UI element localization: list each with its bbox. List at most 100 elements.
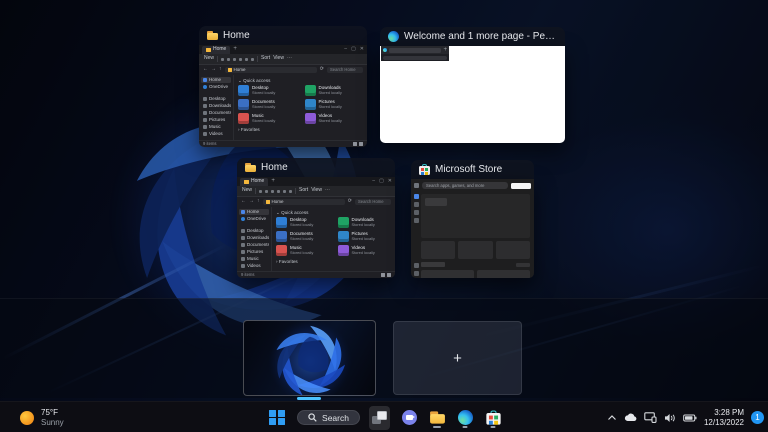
explorer-content: ⌄ Quick access Desktop Stored locally Dow… <box>272 207 395 271</box>
address-text: Home <box>233 66 246 72</box>
store-apps-icon <box>413 202 419 207</box>
copy-icon <box>265 189 269 193</box>
quick-access-tile-music: Music Stored locally <box>238 113 297 125</box>
explorer-sidebar: Home OneDrive Desktop Downloads Document… <box>199 75 234 140</box>
view-button: View <box>311 187 322 194</box>
close-icon: ✕ <box>359 45 364 52</box>
file-explorer-button[interactable] <box>429 406 446 430</box>
store-top-bar: Search apps, games, and more <box>411 179 534 192</box>
battery-button[interactable] <box>683 414 697 422</box>
section-quick-access: ⌄ Quick access <box>238 78 271 83</box>
section-favorites: › Favorites <box>238 127 260 133</box>
explorer-titlebar: Home + – ▢ ✕ <box>199 45 367 54</box>
new-button: New <box>242 187 253 194</box>
onedrive-button[interactable] <box>624 413 637 422</box>
cut-icon <box>221 57 225 61</box>
view-button: View <box>273 55 284 62</box>
search-button[interactable]: Search <box>297 410 360 425</box>
system-tray: 3:28 PM 12/13/2022 1 <box>607 402 764 432</box>
store-home-icon <box>413 194 419 199</box>
window-title-bar: Home <box>237 158 395 177</box>
desktop1-thumbnail[interactable] <box>243 320 376 396</box>
window-preview: Search apps, games, and more <box>411 179 534 278</box>
window-title-bar: Welcome and 1 more page - Personal - Mic… <box>380 27 565 46</box>
sidebar-item-videos: Videos <box>239 263 269 269</box>
sidebar-item-music: Music <box>239 256 269 262</box>
cast-device-icon <box>644 412 657 423</box>
address-text: Home <box>271 198 284 204</box>
taskbar: 75°F Sunny Search 3:28 PM 12/13/2022 1 <box>0 401 768 432</box>
time-text: 3:28 PM <box>714 408 744 417</box>
sidebar-item-onedrive: OneDrive <box>239 216 269 222</box>
new-desktop-button[interactable]: + <box>393 321 522 395</box>
explorer-search-box: Search Home <box>355 198 391 206</box>
window-thumbnail-explorer-middle[interactable]: Home Home + – ▢ ✕ New Sort View ⋯ ← → ↑ … <box>237 158 395 278</box>
store-see-all-link <box>516 262 530 267</box>
window-preview: Home + – ▢ ✕ New Sort View ⋯ ← → ↑ Home … <box>237 177 395 278</box>
pictures-tile-icon <box>304 99 316 111</box>
store-search-box: Search apps, games, and more <box>422 182 508 189</box>
explorer-command-bar: New Sort View ⋯ <box>199 54 367 65</box>
address-bar: Home <box>262 198 345 206</box>
quick-access-tile-music: Music Stored locally <box>276 245 330 257</box>
search-label: Search <box>322 412 349 423</box>
explorer-tab-title: Home <box>213 45 227 52</box>
volume-button[interactable] <box>664 413 676 423</box>
tray-chevron-button[interactable] <box>607 414 617 422</box>
edge-tab <box>389 47 442 53</box>
store-card <box>421 241 456 259</box>
sidebar-item-desktop: Desktop <box>239 228 269 234</box>
videos-tile-icon <box>304 113 316 125</box>
search-icon <box>308 413 317 422</box>
sidebar-item-home: Home <box>201 77 231 83</box>
explorer-nav-bar: ← → ↑ Home ⟳ Search Home <box>199 65 367 75</box>
desktop1-wallpaper-bloom <box>266 320 354 396</box>
battery-icon <box>683 414 697 421</box>
store-gaming-icon <box>413 210 419 215</box>
chat-button[interactable] <box>399 406 420 430</box>
window-title-bar: Home <box>199 26 367 45</box>
sidebar-item-downloads: Downloads <box>239 235 269 241</box>
window-thumbnail-explorer-top[interactable]: Home Home + – ▢ ✕ New Sort View ⋯ ← → ↑ … <box>199 26 367 147</box>
store-window-icon <box>414 183 419 188</box>
store-large-card <box>477 270 530 278</box>
clock[interactable]: 3:28 PM 12/13/2022 <box>704 408 744 427</box>
music-tile-icon <box>238 113 249 125</box>
edge-tab-strip: + <box>381 46 449 61</box>
window-thumbnail-store[interactable]: Microsoft Store Search apps, games, and … <box>411 160 534 278</box>
folder-icon <box>227 68 232 72</box>
explorer-command-bar: New Sort View ⋯ <box>237 186 395 197</box>
sidebar-item-onedrive: OneDrive <box>201 84 231 90</box>
minimize-icon: – <box>344 45 348 52</box>
store-button[interactable] <box>485 406 502 430</box>
explorer-sidebar: Home OneDrive Desktop Downloads Document… <box>237 207 272 271</box>
notification-badge[interactable]: 1 <box>751 411 764 424</box>
folder-icon <box>265 200 270 204</box>
task-view-icon <box>371 411 387 424</box>
quick-access-tile-downloads: Downloads Stored locally <box>337 217 392 229</box>
maximize-icon: ▢ <box>379 177 384 184</box>
up-icon: ↑ <box>219 66 222 73</box>
start-button[interactable] <box>266 406 288 430</box>
explorer-nav-bar: ← → ↑ Home ⟳ Search Home <box>237 197 395 207</box>
quick-access-tile-downloads: Downloads Stored locally <box>304 85 364 97</box>
back-icon: ← <box>203 66 208 73</box>
section-favorites: › Favorites <box>276 259 298 265</box>
back-icon: ← <box>241 198 246 205</box>
sidebar-item-documents: Documents <box>239 242 269 248</box>
store-card <box>458 241 493 259</box>
item-count: 9 items <box>241 271 255 277</box>
edge-button[interactable] <box>455 406 476 430</box>
cast-button[interactable] <box>644 412 657 423</box>
windows-logo-icon <box>269 409 285 426</box>
quick-access-tile-documents: Documents Stored locally <box>238 99 297 111</box>
running-indicator <box>490 426 496 428</box>
window-thumbnail-edge[interactable]: Welcome and 1 more page - Personal - Mic… <box>380 27 565 143</box>
new-tab-icon: + <box>443 47 447 53</box>
sidebar-item-videos: Videos <box>201 131 231 137</box>
store-large-card <box>421 270 474 278</box>
paste-icon <box>271 189 275 193</box>
maximize-icon: ▢ <box>351 45 356 52</box>
task-view-button[interactable] <box>368 405 390 430</box>
store-nav-rail <box>411 192 421 278</box>
